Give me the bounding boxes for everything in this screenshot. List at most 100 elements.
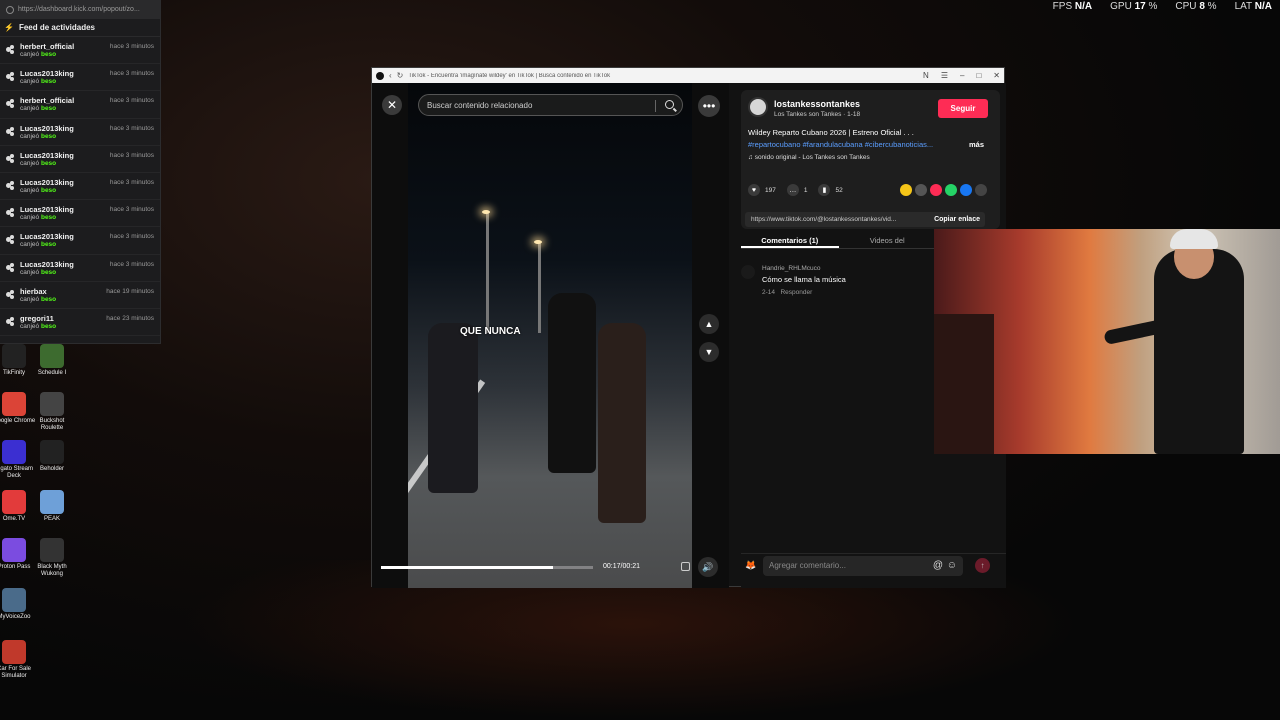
related-search-input[interactable]: Buscar contenido relacionado <box>418 94 683 116</box>
feed-username: Lucas2013king <box>20 123 74 133</box>
picture-in-picture-icon[interactable] <box>681 562 690 571</box>
desktop-shortcut[interactable]: Schedule I <box>30 344 74 377</box>
feed-action: canjeó <box>20 51 40 58</box>
feed-reward: beso <box>40 186 57 194</box>
feed-action: canjeó <box>20 268 40 276</box>
close-window-icon[interactable]: ✕ <box>993 71 1000 80</box>
feed-item: Lucas2013king canjeó beso hace 3 minutos <box>0 146 160 173</box>
more-button[interactable]: más <box>969 140 984 149</box>
copy-link-button[interactable]: Copiar enlace <box>929 216 985 223</box>
commenter-username[interactable]: Handrie_RHLMcuco <box>762 265 821 272</box>
users-icon <box>6 262 15 272</box>
arrow-up-icon: ↑ <box>980 561 985 570</box>
back-icon[interactable]: ‹ <box>389 71 392 80</box>
desktop-shortcut[interactable]: Car For Sale Simulator <box>0 640 36 680</box>
sound-row[interactable]: ♫ sonido original - Los Tankes son Tanke… <box>748 154 870 161</box>
feed-time: hace 3 minutos <box>109 70 154 78</box>
tab-creator-videos[interactable]: Videos del <box>839 231 937 248</box>
video-progress-bar[interactable] <box>381 566 593 569</box>
share-link-row: https://www.tiktok.com/@lostankessontank… <box>745 212 985 227</box>
feed-item: hierbax canjeó beso hace 19 minutos <box>0 282 160 309</box>
reload-icon[interactable]: ↻ <box>397 71 404 80</box>
feed-time: hace 3 minutos <box>109 206 154 214</box>
share-link[interactable]: https://www.tiktok.com/@lostankessontank… <box>745 216 929 223</box>
menu-icon[interactable]: ☰ <box>941 71 948 80</box>
app-icon <box>2 640 26 664</box>
feed-list: herbert_official canjeó beso hace 3 minuto… <box>0 37 160 337</box>
comment-placeholder: Agregar comentario... <box>769 561 846 570</box>
comment-input[interactable]: Agregar comentario... @ ☺ <box>763 555 963 576</box>
tab-comments[interactable]: Comentarios (1) <box>741 231 839 248</box>
share-arrow-icon[interactable] <box>975 184 987 196</box>
users-icon <box>6 126 15 136</box>
lamp-light <box>482 210 490 214</box>
users-icon <box>6 45 15 54</box>
lightning-icon: ⚡ <box>4 23 14 32</box>
engagement-actions: ♥ 197 … 1 ▮ 52 <box>748 184 843 196</box>
facebook-icon[interactable] <box>960 184 972 196</box>
sound-name: sonido original - Los Tankes son Tankes <box>754 154 870 161</box>
volume-button[interactable]: 🔊 <box>698 557 718 577</box>
site-info-icon[interactable] <box>6 5 14 14</box>
feed-item: Lucas2013king canjeó beso hace 3 minutos <box>0 200 160 228</box>
embed-icon[interactable] <box>915 184 927 196</box>
desktop-shortcut[interactable]: MyVoiceZoo <box>0 588 36 621</box>
previous-video-button[interactable]: ▲ <box>699 314 719 334</box>
next-video-button[interactable]: ▼ <box>699 342 719 362</box>
send-to-friends-icon[interactable] <box>930 184 942 196</box>
search-divider <box>655 100 656 112</box>
popout-url-bar[interactable]: https://dashboard.kick.com/popout/zo... <box>0 0 160 19</box>
follow-button[interactable]: Seguir <box>938 99 988 118</box>
desktop-shortcut[interactable]: Beholder <box>30 440 74 473</box>
gpu-label: GPU <box>1110 0 1132 12</box>
post-comment-button[interactable]: ↑ <box>975 558 990 573</box>
desktop-shortcut[interactable]: Black Myth Wukong <box>30 538 74 578</box>
feed-action: canjeó <box>20 295 40 303</box>
close-player-button[interactable]: ✕ <box>382 95 402 115</box>
mention-icon[interactable]: @ <box>933 560 943 571</box>
comment-text: Cómo se llama la música <box>762 275 846 284</box>
author-subtitle: Los Tankes son Tankes · 1-18 <box>774 111 861 118</box>
feed-item: herbert_official canjeó beso hace 3 minuto… <box>0 37 160 65</box>
whatsapp-icon[interactable] <box>945 184 957 196</box>
app-icon <box>40 440 64 464</box>
more-options-button[interactable]: ••• <box>698 95 720 117</box>
author-avatar[interactable] <box>748 97 768 117</box>
like-count: 197 <box>765 186 776 194</box>
emoji-icon[interactable]: ☺ <box>947 560 957 571</box>
video-frame[interactable]: QUE NUNCA <box>408 83 692 588</box>
feed-action: canjeó <box>20 241 40 249</box>
users-icon <box>6 180 15 190</box>
feed-username: hierbax <box>20 286 47 296</box>
commenter-avatar[interactable] <box>741 265 755 279</box>
ellipsis-icon: ••• <box>702 99 716 113</box>
fps-label: FPS <box>1052 0 1073 12</box>
author-username[interactable]: lostankessontankes <box>774 99 860 109</box>
minimize-icon[interactable]: – <box>960 71 964 80</box>
search-placeholder: Buscar contenido relacionado <box>427 100 533 110</box>
feed-time: hace 3 minutos <box>109 43 154 50</box>
streamer <box>1154 249 1244 454</box>
street-lamp <box>486 213 489 333</box>
reply-button[interactable]: Responder <box>780 289 812 296</box>
like-button[interactable]: ♥ 197 <box>748 184 776 196</box>
search-icon[interactable] <box>665 100 674 109</box>
comment-button[interactable]: … 1 <box>786 184 807 196</box>
video-description: Wildey Reparto Cubano 2026 | Estreno Ofi… <box>748 128 914 137</box>
speaker-icon: 🔊 <box>702 561 714 572</box>
users-icon <box>6 72 15 81</box>
feed-time: hace 3 minutos <box>109 178 154 186</box>
desktop-shortcut[interactable]: PEAK <box>30 490 74 523</box>
feed-item: Lucas2013king canjeó beso hace 3 minutos <box>0 227 160 255</box>
maximize-icon[interactable]: □ <box>976 71 981 80</box>
shortcut-label: Black Myth Wukong <box>37 564 67 577</box>
save-button[interactable]: ▮ 52 <box>818 184 843 196</box>
users-icon <box>6 153 15 163</box>
video-hashtags[interactable]: #repartocubano #farandulacubana #cibercu… <box>748 140 933 149</box>
repost-icon[interactable] <box>900 184 912 196</box>
app-icon <box>2 490 26 514</box>
desktop-shortcut[interactable]: Buckshot Roulette <box>30 392 74 432</box>
app-icon <box>40 538 64 562</box>
cpu-unit: % <box>1207 0 1217 12</box>
extension-icon[interactable]: N <box>923 71 929 80</box>
